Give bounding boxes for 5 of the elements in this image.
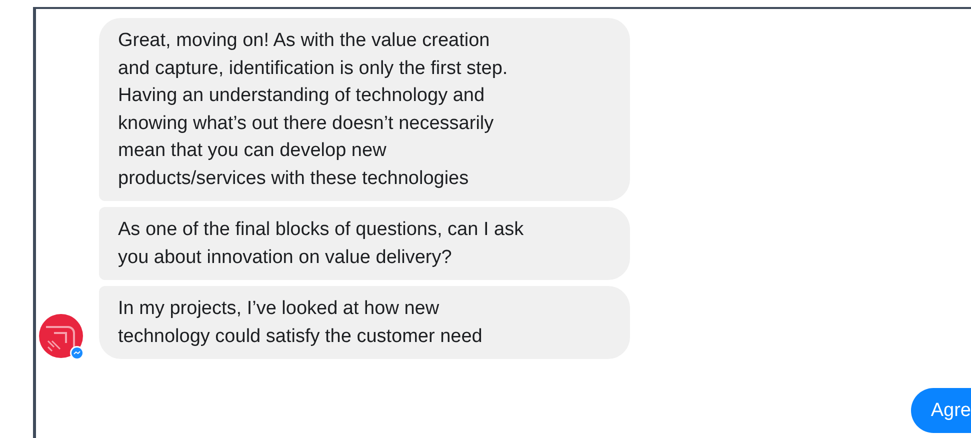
avatar-icon <box>38 313 86 361</box>
message-bubble: Great, moving on! As with the value creation and capture, identification is only the first step. Having an understanding of technology and knowing what’s out there doesn’t necessarily mean that you can develop new products/services with these technologies <box>99 18 630 201</box>
message-bubble: Agre <box>910 388 971 433</box>
message-bubble: As one of the final blocks of questions, can I ask you about innovation on value delivery? <box>99 207 630 280</box>
message-bubble: In my projects, I’ve looked at how new technology could satisfy the customer need <box>99 286 630 359</box>
